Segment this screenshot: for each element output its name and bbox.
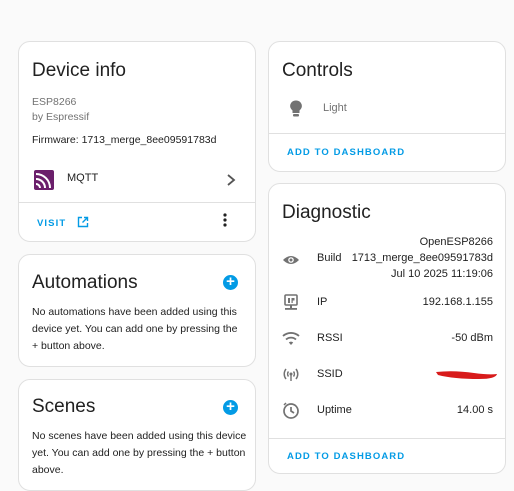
integration-label: MQTT xyxy=(67,172,99,184)
build-value-line-1: OpenESP8266 xyxy=(419,236,493,248)
controls-add-to-dashboard-button[interactable]: ADD TO DASHBOARD xyxy=(287,147,405,158)
device-info-card: Device info ESP8266 by Espressif Firmwar… xyxy=(18,41,256,242)
uptime-value: 14.00 s xyxy=(456,404,493,416)
scenes-title: Scenes xyxy=(32,396,96,417)
mqtt-icon xyxy=(34,170,54,195)
visit-button[interactable]: VISIT xyxy=(37,213,88,231)
access-point-icon xyxy=(282,367,300,387)
wifi-icon xyxy=(282,331,300,351)
build-label: Build xyxy=(317,252,342,264)
divider xyxy=(19,202,255,203)
diagnostic-card: Diagnostic Build OpenESP8266 1713_merge_… xyxy=(268,183,506,474)
build-value-line-2: 1713_merge_8ee09591783d xyxy=(351,252,493,264)
divider xyxy=(269,133,505,134)
ssid-label: SSID xyxy=(317,368,343,380)
build-value-line-3: Jul 10 2025 11:19:06 xyxy=(391,268,493,280)
add-scene-button[interactable]: + xyxy=(223,399,238,415)
ip-network-icon xyxy=(284,294,298,316)
device-info-title: Device info xyxy=(32,60,126,81)
controls-card: Controls Light ADD TO DASHBOARD xyxy=(268,41,506,172)
ip-value: 192.168.1.155 xyxy=(422,296,493,308)
ip-row[interactable]: IP 192.168.1.155 xyxy=(269,292,505,314)
integration-mqtt-row[interactable]: MQTT xyxy=(19,164,255,196)
ssid-row[interactable]: SSID xyxy=(269,364,505,386)
build-row[interactable]: Build OpenESP8266 1713_merge_8ee09591783… xyxy=(269,235,505,283)
add-automation-button[interactable]: + xyxy=(223,274,238,290)
light-entity-row[interactable]: Light xyxy=(269,96,505,122)
rssi-value: -50 dBm xyxy=(451,332,493,344)
diagnostic-add-to-dashboard-button[interactable]: ADD TO DASHBOARD xyxy=(287,451,405,462)
ssid-redaction-mark xyxy=(434,367,499,386)
visit-label: VISIT xyxy=(37,218,67,229)
dots-vertical-icon[interactable] xyxy=(222,212,228,233)
controls-title: Controls xyxy=(282,60,353,81)
clock-icon xyxy=(282,402,300,425)
ip-label: IP xyxy=(317,296,328,308)
light-label: Light xyxy=(323,102,347,114)
diagnostic-title: Diagnostic xyxy=(282,202,371,223)
device-firmware: Firmware: 1713_merge_8ee09591783d xyxy=(32,134,217,146)
open-in-new-icon xyxy=(77,215,89,232)
eye-icon xyxy=(282,253,300,271)
device-manufacturer: by Espressif xyxy=(32,111,90,123)
lightbulb-icon xyxy=(290,100,302,123)
scenes-card: Scenes + No scenes have been added using… xyxy=(18,379,256,491)
rssi-row[interactable]: RSSI -50 dBm xyxy=(269,328,505,350)
rssi-label: RSSI xyxy=(317,332,343,344)
automations-title: Automations xyxy=(32,272,138,293)
uptime-row[interactable]: Uptime 14.00 s xyxy=(269,400,505,422)
divider xyxy=(269,438,505,439)
device-model: ESP8266 xyxy=(32,96,77,108)
automations-empty-text: No automations have been added using thi… xyxy=(32,306,238,352)
automations-card: Automations + No automations have been a… xyxy=(18,254,256,367)
uptime-label: Uptime xyxy=(317,404,352,416)
chevron-right-icon xyxy=(225,173,237,192)
scenes-empty-text: No scenes have been added using this dev… xyxy=(32,430,247,476)
